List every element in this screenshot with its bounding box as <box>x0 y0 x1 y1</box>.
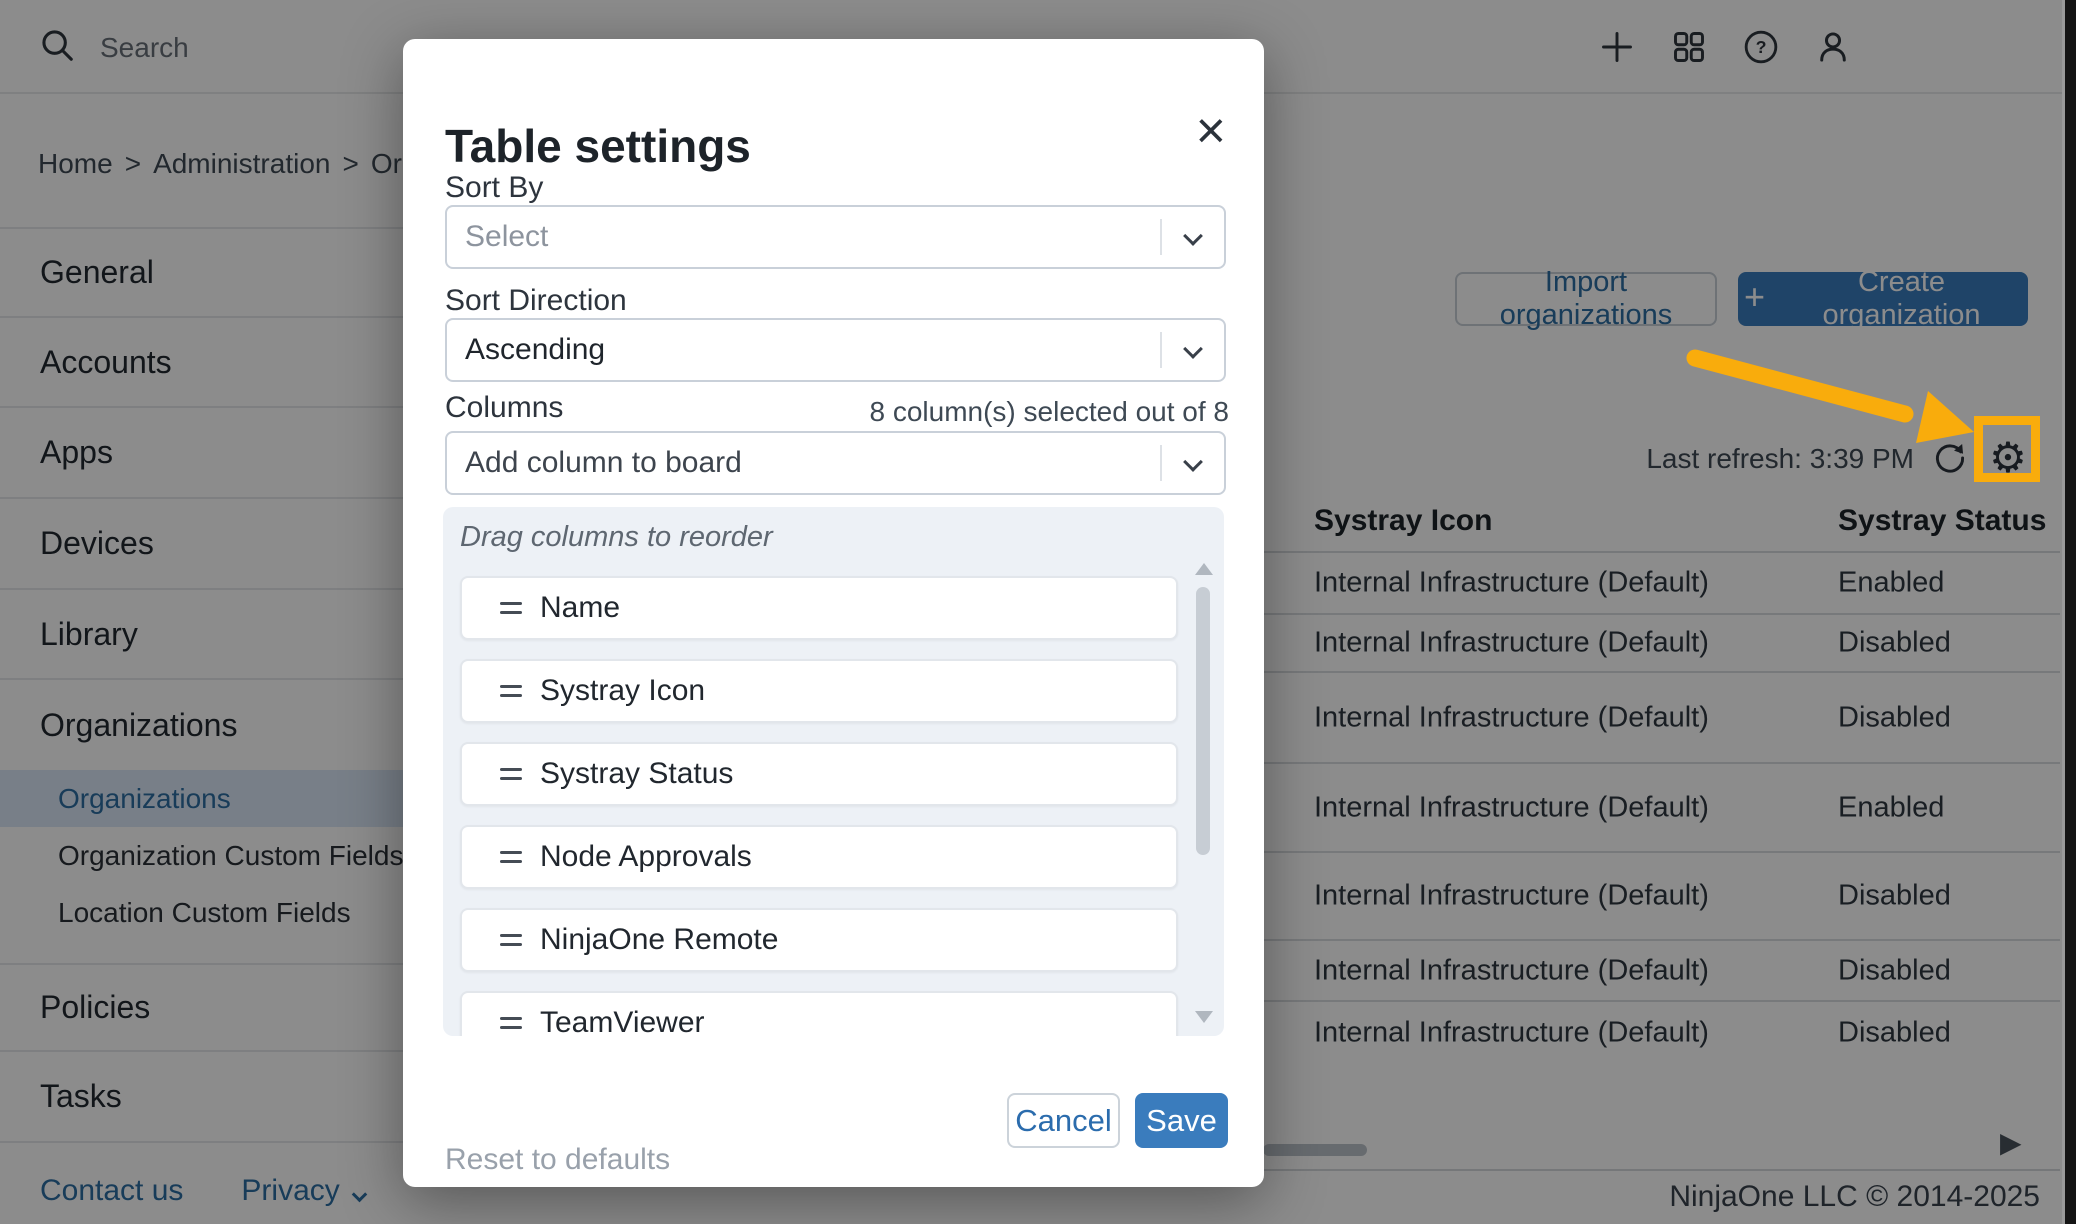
column-card-name[interactable]: Name <box>460 576 1178 640</box>
add-column-placeholder: Add column to board <box>465 446 742 480</box>
column-card-label: Systray Icon <box>540 674 705 708</box>
column-card-label: NinjaOne Remote <box>540 923 778 957</box>
drag-handle-icon[interactable] <box>500 845 522 869</box>
select-divider <box>1160 445 1162 481</box>
save-button[interactable]: Save <box>1135 1093 1228 1148</box>
sort-by-value: Select <box>465 220 548 254</box>
columns-reorder-panel: Drag columns to reorder Name Systray Ico… <box>443 507 1224 1036</box>
sort-by-label: Sort By <box>445 171 543 205</box>
drag-handle-icon[interactable] <box>500 1011 522 1035</box>
sort-by-select[interactable]: Select <box>445 205 1226 269</box>
annotation-arrow <box>1660 330 2000 460</box>
add-column-select[interactable]: Add column to board <box>445 431 1226 495</box>
sort-direction-value: Ascending <box>465 333 605 367</box>
scroll-down-icon[interactable] <box>1195 1011 1213 1023</box>
table-settings-modal: Table settings × Sort By Select Sort Dir… <box>403 39 1264 1187</box>
drag-handle-icon[interactable] <box>500 762 522 786</box>
drag-hint-text: Drag columns to reorder <box>460 521 773 554</box>
columns-count-text: 8 column(s) selected out of 8 <box>869 396 1229 428</box>
drag-handle-icon[interactable] <box>500 679 522 703</box>
chevron-down-icon <box>1183 339 1203 359</box>
column-card-teamviewer[interactable]: TeamViewer <box>460 991 1178 1036</box>
columns-label: Columns <box>445 391 563 425</box>
column-card-ninjaone-remote[interactable]: NinjaOne Remote <box>460 908 1178 972</box>
column-card-label: TeamViewer <box>540 1006 705 1036</box>
drag-handle-icon[interactable] <box>500 928 522 952</box>
drag-handle-icon[interactable] <box>500 596 522 620</box>
chevron-down-icon <box>1183 452 1203 472</box>
vertical-scrollbar-thumb[interactable] <box>1196 587 1210 855</box>
app-window: Search ? Home > Administration <box>0 0 2076 1224</box>
column-card-systray-icon[interactable]: Systray Icon <box>460 659 1178 723</box>
close-icon[interactable]: × <box>1196 105 1226 157</box>
scroll-up-icon[interactable] <box>1195 563 1213 575</box>
sort-direction-label: Sort Direction <box>445 284 627 318</box>
reset-to-defaults-button[interactable]: Reset to defaults <box>445 1143 670 1177</box>
select-divider <box>1160 332 1162 368</box>
modal-title: Table settings <box>445 119 751 173</box>
column-card-label: Systray Status <box>540 757 733 791</box>
column-card-node-approvals[interactable]: Node Approvals <box>460 825 1178 889</box>
screen-edge-strip <box>2062 0 2076 1224</box>
cancel-button[interactable]: Cancel <box>1007 1093 1120 1148</box>
column-card-label: Name <box>540 591 620 625</box>
column-card-systray-status[interactable]: Systray Status <box>460 742 1178 806</box>
chevron-down-icon <box>1183 226 1203 246</box>
select-divider <box>1160 219 1162 255</box>
column-card-label: Node Approvals <box>540 840 752 874</box>
sort-direction-select[interactable]: Ascending <box>445 318 1226 382</box>
